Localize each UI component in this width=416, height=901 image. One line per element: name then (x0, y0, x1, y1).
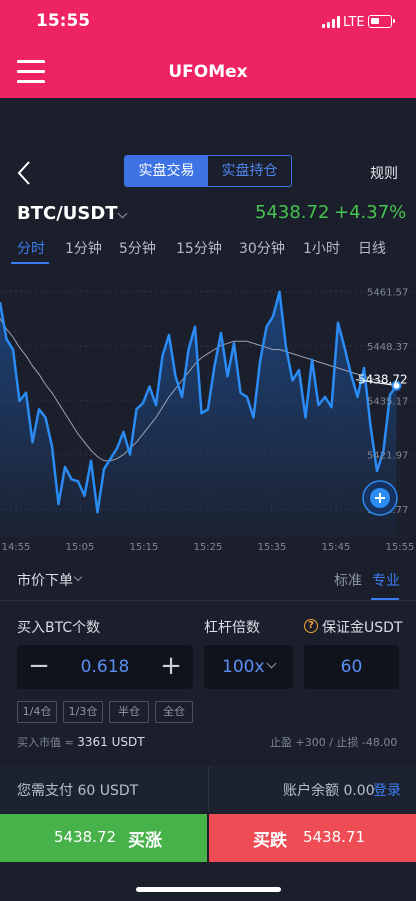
buy-long-button[interactable]: 5438.72 买涨 (0, 814, 207, 862)
pay-amount: 您需支付 60 USDT (17, 783, 139, 799)
mode-pro[interactable]: 专业 (372, 570, 400, 590)
price-change: +4.37% (334, 202, 407, 223)
status-bar: 15:55 LTE (0, 0, 416, 46)
margin-field (304, 645, 399, 689)
sell-label: 买跌 (253, 831, 287, 851)
x-tick-label: 15:35 (258, 542, 287, 553)
minus-button[interactable]: − (17, 645, 61, 689)
zoom-plus-icon[interactable] (362, 480, 398, 516)
margin-label: 保证金USDT (322, 620, 403, 636)
back-icon[interactable] (14, 160, 38, 186)
payment-bar: 您需支付 60 USDT 账户余额 0.00 登录 (0, 766, 416, 812)
buy-price: 5438.72 (54, 828, 117, 846)
x-tick-label: 15:25 (194, 542, 223, 553)
divider (0, 600, 416, 601)
login-link[interactable]: 登录 (373, 780, 401, 800)
chip-quarter[interactable]: 1/4仓 (17, 701, 57, 723)
y-tick-label: 5435.17 (367, 396, 408, 407)
x-tick-label: 14:55 (2, 542, 31, 553)
leverage-select[interactable]: 100x (204, 645, 293, 689)
tab-1min[interactable]: 1分钟 (65, 238, 102, 258)
buy-short-button[interactable]: 买跌 5438.71 (209, 814, 416, 862)
price-chart[interactable]: 5461.575448.375435.175421.975408.77 14:5… (0, 265, 416, 553)
app-bar: UFOMex (0, 46, 416, 98)
x-tick-label: 15:45 (322, 542, 351, 553)
quantity-input[interactable] (61, 645, 149, 689)
last-price: 5438.72 (255, 202, 330, 223)
chip-third[interactable]: 1/3仓 (63, 701, 103, 723)
market-value-label: 买入市值 ≈ (17, 736, 74, 749)
tab-1hour[interactable]: 1小时 (303, 238, 340, 258)
signal-icon (322, 16, 340, 28)
pair-selector[interactable]: BTC/USDT (17, 203, 118, 224)
network-label: LTE (343, 15, 365, 30)
current-price-label: 5438.72 (358, 373, 408, 387)
buy-label: 买涨 (128, 831, 162, 851)
divider (208, 766, 209, 812)
tab-daily[interactable]: 日线 (358, 238, 386, 258)
x-tick-label: 15:55 (386, 542, 415, 553)
tab-live-positions[interactable]: 实盘持仓 (208, 156, 291, 186)
home-indicator (136, 887, 281, 892)
mode-standard[interactable]: 标准 (334, 570, 362, 590)
tab-30min[interactable]: 30分钟 (239, 238, 285, 258)
chip-full[interactable]: 全仓 (155, 701, 193, 723)
tab-15min[interactable]: 15分钟 (176, 238, 222, 258)
account-balance: 账户余额 0.00 (283, 783, 375, 799)
chip-half[interactable]: 半仓 (109, 701, 149, 723)
plus-button[interactable]: + (149, 645, 193, 689)
tab-timeshare[interactable]: 分时 (17, 238, 45, 258)
leverage-label: 杠杆倍数 (204, 620, 260, 636)
y-tick-label: 5421.97 (367, 451, 408, 462)
rules-link[interactable]: 规则 (370, 163, 398, 183)
chevron-down-icon[interactable] (117, 208, 128, 219)
quantity-stepper: − + (17, 645, 193, 689)
question-icon[interactable]: ? (304, 619, 318, 633)
period-tabs: 分时 1分钟 5分钟 15分钟 30分钟 1小时 日线 (0, 238, 416, 264)
tab-5min[interactable]: 5分钟 (119, 238, 156, 258)
market-value: 买入市值 ≈ 3361 USDT (17, 734, 145, 750)
tab-underline (11, 262, 49, 264)
battery-icon (368, 15, 395, 28)
market-value-amount: 3361 USDT (77, 735, 145, 749)
chevron-down-icon[interactable] (73, 572, 83, 582)
tab-live-trading[interactable]: 实盘交易 (125, 156, 208, 186)
tp-sl-text: 止盈 +300 / 止损 -48.00 (270, 736, 398, 749)
x-tick-label: 15:05 (66, 542, 95, 553)
qty-label: 买入BTC个数 (17, 620, 101, 636)
y-tick-label: 5448.37 (367, 342, 408, 353)
status-time: 15:55 (36, 11, 91, 31)
app-title: UFOMex (168, 62, 248, 82)
leverage-value: 100x (222, 657, 265, 677)
trade-segment-control: 实盘交易 实盘持仓 (124, 155, 292, 187)
y-tick-label: 5461.57 (367, 287, 408, 298)
sell-price: 5438.71 (303, 828, 366, 846)
order-type-selector[interactable]: 市价下单 (17, 570, 73, 590)
margin-input[interactable] (304, 645, 399, 689)
x-tick-label: 15:15 (130, 542, 159, 553)
chevron-down-icon (266, 658, 277, 669)
